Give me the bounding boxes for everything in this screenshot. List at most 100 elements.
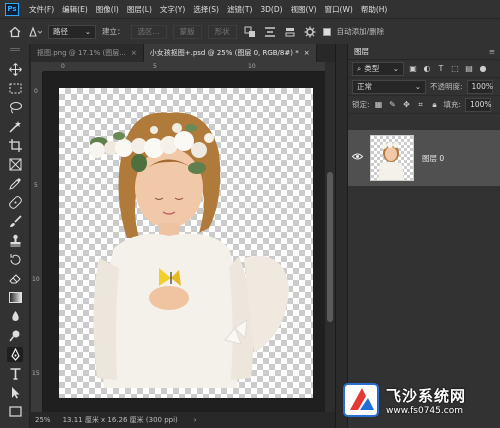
chevron-down-icon: ⌄ — [84, 27, 91, 36]
pen-tool-icon[interactable] — [7, 347, 23, 362]
ruler-tick: 5 — [153, 63, 157, 70]
ruler-tick: 15 — [32, 370, 40, 377]
lock-position-icon[interactable]: ✥ — [402, 100, 412, 110]
lock-label: 锁定: — [352, 100, 370, 109]
history-brush-tool-icon[interactable] — [7, 252, 23, 267]
chevron-down-icon: ⌄ — [414, 82, 421, 91]
path-selection-tool-icon[interactable] — [7, 385, 23, 400]
watermark-logo-icon — [343, 383, 379, 417]
blur-tool-icon[interactable] — [7, 309, 23, 324]
magic-wand-tool-icon[interactable] — [7, 119, 23, 134]
menu-help[interactable]: 帮助(H) — [357, 4, 392, 15]
make-shape-button[interactable]: 形状 — [207, 24, 237, 39]
filter-kind-select[interactable]: ⌕ 类型 ⌄ — [352, 61, 404, 76]
layer-row[interactable]: 图层 0 — [348, 130, 500, 186]
ruler-tick: 10 — [248, 63, 256, 70]
menu-3d[interactable]: 3D(D) — [256, 5, 286, 14]
toolbar-grip[interactable] — [10, 48, 20, 51]
opacity-label: 不透明度: — [430, 82, 463, 91]
fill-label: 填充: — [443, 100, 462, 109]
rectangle-tool-icon[interactable] — [7, 404, 23, 419]
lock-transparent-icon[interactable]: ▦ — [374, 100, 384, 110]
eraser-tool-icon[interactable] — [7, 271, 23, 286]
scrollbar-thumb[interactable] — [327, 172, 333, 322]
build-label: 建立： — [102, 27, 125, 36]
path-operations-icon[interactable] — [243, 25, 257, 39]
horizontal-ruler[interactable]: 0 5 10 — [43, 62, 325, 72]
menu-filter[interactable]: 滤镜(T) — [223, 4, 256, 15]
auto-add-delete-checkbox[interactable] — [322, 27, 331, 36]
close-icon[interactable]: × — [131, 49, 137, 57]
layer-name[interactable]: 图层 0 — [422, 153, 444, 164]
frame-tool-icon[interactable] — [7, 157, 23, 172]
crop-tool-icon[interactable] — [7, 138, 23, 153]
menu-layer[interactable]: 图层(L) — [123, 4, 156, 15]
filter-type-icon[interactable]: T — [436, 64, 446, 74]
panel-menu-icon[interactable]: ≡ — [489, 47, 495, 56]
lock-artboard-icon[interactable]: ⌗ — [416, 100, 426, 110]
menu-bar: Ps 文件(F) 编辑(E) 图像(I) 图层(L) 文字(Y) 选择(S) 滤… — [0, 0, 500, 18]
layers-panel-title: 图层 — [354, 47, 369, 56]
lock-image-icon[interactable]: ✎ — [388, 100, 398, 110]
healing-brush-tool-icon[interactable] — [7, 195, 23, 210]
blend-mode-select[interactable]: 正常 ⌄ — [352, 79, 426, 94]
move-tool-icon[interactable] — [7, 62, 23, 77]
filter-kind-value: 类型 — [364, 64, 380, 73]
dodge-tool-icon[interactable] — [7, 328, 23, 343]
make-selection-button[interactable]: 选区... — [130, 24, 167, 39]
menu-edit[interactable]: 编辑(E) — [58, 4, 92, 15]
tab-document-1[interactable]: 抠图.png @ 17.1% (图层... × — [31, 44, 144, 62]
pen-tool-preset-icon[interactable] — [28, 25, 42, 39]
chevron-right-icon[interactable]: › — [194, 416, 197, 424]
eyedropper-tool-icon[interactable] — [7, 176, 23, 191]
layers-panel-tab[interactable]: 图层 ≡ — [348, 44, 500, 60]
watermark-url: www.fs0745.com — [386, 405, 463, 416]
layers-panel: 图层 ≡ ⌕ 类型 ⌄ ▣ ◐ T ⬚ ▤ ● 正常 ⌄ 不透明度: 100% — [348, 44, 500, 428]
path-arrangement-icon[interactable] — [283, 25, 297, 39]
gradient-tool-icon[interactable] — [7, 290, 23, 305]
document-tabs: 抠图.png @ 17.1% (图层... × 小女孩抠图+.psd @ 25%… — [31, 44, 335, 62]
close-icon[interactable]: × — [304, 49, 310, 57]
clone-stamp-tool-icon[interactable] — [7, 233, 23, 248]
menu-select[interactable]: 选择(S) — [189, 4, 223, 15]
menu-file[interactable]: 文件(F) — [25, 4, 58, 15]
type-tool-icon[interactable] — [7, 366, 23, 381]
status-bar: 25% 13.11 厘米 x 16.26 厘米 (300 ppi) › — [31, 412, 335, 428]
make-mask-button[interactable]: 蒙版 — [172, 24, 202, 39]
vertical-scrollbar[interactable] — [325, 62, 335, 412]
zoom-level[interactable]: 25% — [35, 416, 51, 424]
fill-input[interactable]: 100% — [465, 97, 492, 112]
gear-icon[interactable] — [303, 25, 317, 39]
marquee-tool-icon[interactable] — [7, 81, 23, 96]
opacity-input[interactable]: 100% — [466, 79, 493, 94]
opacity-value: 100% — [471, 82, 493, 91]
watermark-title: 飞沙系统网 — [386, 386, 467, 405]
photoshop-logo: Ps — [5, 2, 19, 16]
filter-toggle-icon[interactable]: ● — [478, 64, 488, 74]
brush-tool-icon[interactable] — [7, 214, 23, 229]
menu-type[interactable]: 文字(Y) — [156, 4, 189, 15]
tab-document-2[interactable]: 小女孩抠图+.psd @ 25% (图层 0, RGB/8#) * × — [143, 44, 317, 62]
vertical-ruler[interactable]: 0 5 10 15 — [31, 72, 43, 412]
mode-select[interactable]: 路径 ⌄ — [48, 24, 96, 39]
filter-adjustment-icon[interactable]: ◐ — [422, 64, 432, 74]
tab-label: 抠图.png @ 17.1% (图层... — [37, 49, 126, 57]
menu-window[interactable]: 窗口(W) — [321, 4, 357, 15]
document-canvas[interactable] — [59, 88, 313, 398]
layer-filter-row: ⌕ 类型 ⌄ ▣ ◐ T ⬚ ▤ ● — [348, 60, 500, 78]
home-icon[interactable] — [8, 25, 22, 39]
filter-shape-icon[interactable]: ⬚ — [450, 64, 460, 74]
tools-panel — [0, 44, 30, 428]
menu-view[interactable]: 视图(V) — [287, 4, 321, 15]
filter-pixel-icon[interactable]: ▣ — [408, 64, 418, 74]
ruler-tick: 0 — [34, 88, 38, 95]
options-bar: 路径 ⌄ 建立： 选区... 蒙版 形状 自动添加/删除 — [0, 18, 500, 44]
menu-image[interactable]: 图像(I) — [92, 4, 123, 15]
lock-all-icon[interactable]: 🔒︎ — [430, 100, 440, 110]
filter-smart-object-icon[interactable]: ▤ — [464, 64, 474, 74]
eye-icon[interactable] — [348, 153, 366, 163]
canvas-area[interactable] — [43, 72, 325, 412]
lasso-tool-icon[interactable] — [7, 100, 23, 115]
path-alignment-icon[interactable] — [263, 25, 277, 39]
site-watermark: 飞沙系统网 www.fs0745.com — [340, 374, 500, 426]
